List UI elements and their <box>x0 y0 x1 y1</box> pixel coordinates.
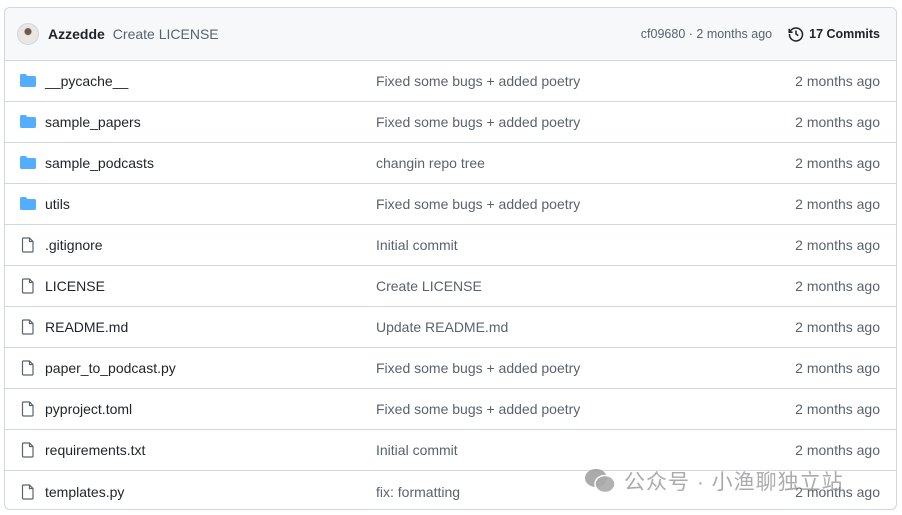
commit-author[interactable]: Azzedde <box>48 26 105 42</box>
file-name-link[interactable]: templates.py <box>45 484 376 500</box>
file-row[interactable]: templates.py fix: formatting 2 months ag… <box>5 471 896 509</box>
folder-icon <box>20 196 36 212</box>
file-name-link[interactable]: paper_to_podcast.py <box>45 360 376 376</box>
commit-message[interactable]: Fixed some bugs + added poetry <box>376 196 580 212</box>
file-row[interactable]: requirements.txt Initial commit 2 months… <box>5 430 896 471</box>
file-icon <box>20 278 36 294</box>
commit-message[interactable]: Initial commit <box>376 442 458 458</box>
file-icon <box>20 401 36 417</box>
commit-message-link[interactable]: Fixed some bugs + added poetry <box>376 196 795 212</box>
commit-age: 2 months ago <box>795 319 880 335</box>
commit-age: 2 months ago <box>795 155 880 171</box>
file-icon <box>20 483 36 500</box>
file-row[interactable]: sample_podcasts changin repo tree 2 mont… <box>5 143 896 184</box>
file-icon <box>20 360 36 376</box>
commit-message-link[interactable]: changin repo tree <box>376 155 795 171</box>
commit-message[interactable]: changin repo tree <box>376 155 485 171</box>
commit-message[interactable]: Fixed some bugs + added poetry <box>376 401 580 417</box>
file-icon <box>20 237 36 253</box>
folder-icon <box>20 73 36 89</box>
commit-message-link[interactable]: Initial commit <box>376 442 795 458</box>
file-name-link[interactable]: .gitignore <box>45 237 376 253</box>
commit-age: 2 months ago <box>795 114 880 130</box>
history-icon <box>788 27 804 42</box>
commit-message-link[interactable]: Fixed some bugs + added poetry <box>376 360 795 376</box>
file-name-link[interactable]: __pycache__ <box>45 73 376 89</box>
commit-message[interactable]: fix: formatting <box>376 484 460 500</box>
commit-message-link[interactable]: Update README.md <box>376 319 795 335</box>
file-icon <box>20 319 36 335</box>
file-name-link[interactable]: pyproject.toml <box>45 401 376 417</box>
author-avatar[interactable] <box>17 23 39 45</box>
latest-commit-bar: Azzedde Create LICENSE cf09680 · 2 month… <box>5 8 896 61</box>
file-row[interactable]: pyproject.toml Fixed some bugs + added p… <box>5 389 896 430</box>
commit-message[interactable]: Update README.md <box>376 319 508 335</box>
commit-age: 2 months ago <box>795 196 880 212</box>
commit-message[interactable]: Create LICENSE <box>113 26 219 42</box>
commit-age: 2 months ago <box>795 442 880 458</box>
commit-message-link[interactable]: Fixed some bugs + added poetry <box>376 73 795 89</box>
file-row[interactable]: utils Fixed some bugs + added poetry 2 m… <box>5 184 896 225</box>
commit-age: 2 months ago <box>795 278 880 294</box>
commit-age: 2 months ago <box>795 483 880 500</box>
file-row[interactable]: LICENSE Create LICENSE 2 months ago <box>5 266 896 307</box>
file-browser: Azzedde Create LICENSE cf09680 · 2 month… <box>4 7 897 510</box>
commit-age: 2 months ago <box>795 237 880 253</box>
file-name-link[interactable]: sample_papers <box>45 114 376 130</box>
file-icon <box>20 442 36 458</box>
commit-message-link[interactable]: Create LICENSE <box>376 278 795 294</box>
file-name-link[interactable]: requirements.txt <box>45 442 376 458</box>
commit-age: 2 months ago <box>795 73 880 89</box>
file-row[interactable]: .gitignore Initial commit 2 months ago <box>5 225 896 266</box>
commit-age: 2 months ago <box>795 360 880 376</box>
file-row[interactable]: paper_to_podcast.py Fixed some bugs + ad… <box>5 348 896 389</box>
file-name-link[interactable]: README.md <box>45 319 376 335</box>
commit-age: 2 months ago <box>795 401 880 417</box>
commit-message-link[interactable]: fix: formatting <box>376 484 795 500</box>
file-row[interactable]: __pycache__ Fixed some bugs + added poet… <box>5 61 896 102</box>
commit-message[interactable]: Fixed some bugs + added poetry <box>376 360 580 376</box>
commit-sha-time[interactable]: cf09680 · 2 months ago <box>641 27 772 41</box>
commits-count: 17 Commits <box>809 27 880 41</box>
commit-message-link[interactable]: Fixed some bugs + added poetry <box>376 401 795 417</box>
folder-icon <box>20 155 36 171</box>
commit-message[interactable]: Initial commit <box>376 237 458 253</box>
commit-message[interactable]: Fixed some bugs + added poetry <box>376 114 580 130</box>
commits-link[interactable]: 17 Commits <box>788 26 880 42</box>
file-name-link[interactable]: utils <box>45 196 376 212</box>
commit-message-link[interactable]: Fixed some bugs + added poetry <box>376 114 795 130</box>
file-name-link[interactable]: LICENSE <box>45 278 376 294</box>
commit-message-link[interactable]: Initial commit <box>376 237 795 253</box>
file-row[interactable]: sample_papers Fixed some bugs + added po… <box>5 102 896 143</box>
folder-icon <box>20 114 36 130</box>
commit-message[interactable]: Create LICENSE <box>376 278 482 294</box>
commit-message[interactable]: Fixed some bugs + added poetry <box>376 73 580 89</box>
file-list: __pycache__ Fixed some bugs + added poet… <box>5 61 896 509</box>
file-row[interactable]: README.md Update README.md 2 months ago <box>5 307 896 348</box>
file-name-link[interactable]: sample_podcasts <box>45 155 376 171</box>
